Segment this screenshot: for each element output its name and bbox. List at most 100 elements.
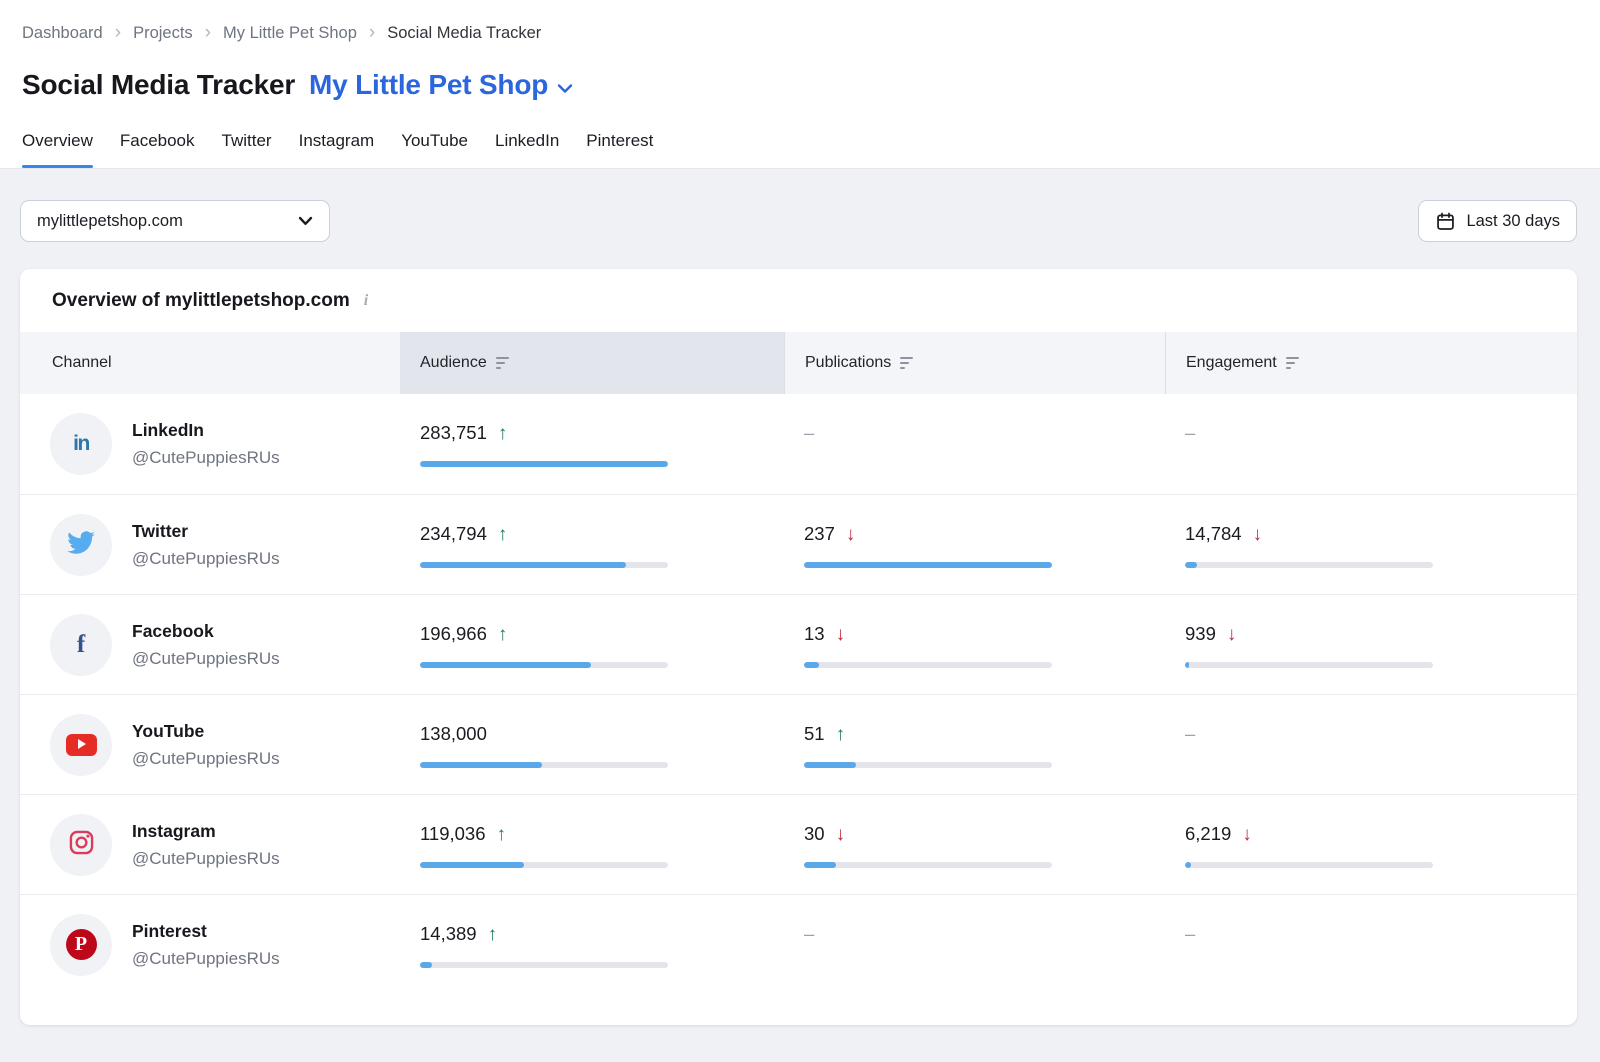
metric-value: 283,751 — [420, 422, 487, 444]
metric-bar — [420, 562, 668, 568]
metric-bar — [1185, 562, 1433, 568]
tab-twitter[interactable]: Twitter — [222, 131, 272, 168]
tab-instagram[interactable]: Instagram — [299, 131, 375, 168]
sort-icon — [496, 357, 509, 370]
metric-bar — [420, 762, 668, 768]
metric-value: 234,794 — [420, 523, 487, 545]
column-header-channel: Channel — [20, 332, 400, 394]
channel-name: Facebook — [132, 621, 280, 642]
table-header-row: Channel Audience Publications Engagement — [20, 332, 1577, 394]
metric-value: 13 — [804, 623, 825, 645]
metric-bar — [1185, 662, 1433, 668]
metric-value: – — [804, 422, 814, 444]
channel-cell: P Pinterest @CutePuppiesRUs — [20, 895, 400, 994]
domain-selector-value: mylittlepetshop.com — [37, 212, 183, 231]
publications-cell: 51↑ — [784, 695, 1165, 794]
metric-bar — [420, 461, 668, 467]
channel-name: Pinterest — [132, 921, 280, 942]
metric-value: 138,000 — [420, 723, 487, 745]
table-body: in LinkedIn @CutePuppiesRUs 283,751↑ – –… — [20, 394, 1577, 994]
audience-cell: 196,966↑ — [400, 595, 784, 694]
chevron-down-icon — [557, 83, 573, 94]
metric-bar — [804, 862, 1052, 868]
page-title-row: Social Media Tracker My Little Pet Shop — [0, 43, 1600, 101]
audience-cell: 234,794↑ — [400, 495, 784, 594]
audience-cell: 119,036↑ — [400, 795, 784, 894]
tab-facebook[interactable]: Facebook — [120, 131, 195, 168]
column-header-publications[interactable]: Publications — [784, 332, 1165, 394]
chevron-right-icon: › — [369, 23, 375, 42]
publications-cell: 237 ↓ — [784, 495, 1165, 594]
table-row: Instagram @CutePuppiesRUs 119,036↑ 30 ↓ 6… — [20, 794, 1577, 894]
audience-cell: 283,751↑ — [400, 394, 784, 494]
channel-cell: f Facebook @CutePuppiesRUs — [20, 595, 400, 694]
column-header-engagement[interactable]: Engagement — [1165, 332, 1577, 394]
domain-selector[interactable]: mylittlepetshop.com — [20, 200, 330, 242]
metric-value: 237 — [804, 523, 835, 545]
channel-handle: @CutePuppiesRUs — [132, 749, 280, 769]
overview-card: Overview of mylittlepetshop.com i Channe… — [20, 269, 1577, 1025]
metric-value: – — [1185, 422, 1195, 444]
channel-avatar — [50, 814, 112, 876]
channel-cell: in LinkedIn @CutePuppiesRUs — [20, 394, 400, 494]
chevron-down-icon — [298, 216, 313, 226]
breadcrumb-item[interactable]: My Little Pet Shop — [223, 24, 357, 43]
info-icon[interactable]: i — [364, 292, 368, 310]
table-row: YouTube @CutePuppiesRUs 138,000 51↑ – — [20, 694, 1577, 794]
trend-icon: ↓ — [1242, 825, 1252, 844]
channel-name: YouTube — [132, 721, 280, 742]
project-switcher[interactable]: My Little Pet Shop — [309, 69, 573, 101]
channel-cell: YouTube @CutePuppiesRUs — [20, 695, 400, 794]
calendar-icon — [1435, 211, 1456, 232]
instagram-icon — [68, 829, 95, 861]
trend-icon: ↓ — [846, 525, 856, 544]
linkedin-icon: in — [73, 432, 89, 456]
tab-bar: Overview Facebook Twitter Instagram YouTube L… — [0, 101, 1600, 168]
page-title: Social Media Tracker — [22, 69, 295, 101]
facebook-icon: f — [77, 631, 85, 659]
page-header: Dashboard›Projects›My Little Pet Shop›So… — [0, 0, 1600, 169]
pinterest-icon: P — [66, 929, 97, 960]
metric-bar — [804, 662, 1052, 668]
metric-value: 30 — [804, 823, 825, 845]
channel-cell: Twitter @CutePuppiesRUs — [20, 495, 400, 594]
audience-cell: 14,389↑ — [400, 895, 784, 994]
sort-icon — [900, 357, 913, 370]
trend-icon: ↓ — [1253, 525, 1263, 544]
twitter-icon — [67, 531, 95, 559]
tab-pinterest[interactable]: Pinterest — [586, 131, 653, 168]
trend-icon: ↓ — [836, 825, 846, 844]
table-row: Twitter @CutePuppiesRUs 234,794↑ 237↓ 14… — [20, 494, 1577, 594]
channel-avatar: P — [50, 914, 112, 976]
channel-name: LinkedIn — [132, 420, 280, 441]
channel-avatar: in — [50, 413, 112, 475]
date-range-button[interactable]: Last 30 days — [1418, 200, 1577, 242]
project-name: My Little Pet Shop — [309, 69, 548, 101]
publications-cell: 30 ↓ — [784, 795, 1165, 894]
channel-handle: @CutePuppiesRUs — [132, 649, 280, 669]
channel-avatar — [50, 514, 112, 576]
publications-cell: – — [784, 394, 1165, 494]
channel-name: Instagram — [132, 821, 280, 842]
channel-handle: @CutePuppiesRUs — [132, 448, 280, 468]
table-row: f Facebook @CutePuppiesRUs 196,966↑ 13↓ … — [20, 594, 1577, 694]
tab-youtube[interactable]: YouTube — [401, 131, 468, 168]
channel-handle: @CutePuppiesRUs — [132, 849, 280, 869]
card-header: Overview of mylittlepetshop.com i — [20, 269, 1577, 332]
tab-linkedin[interactable]: LinkedIn — [495, 131, 559, 168]
tab-overview[interactable]: Overview — [22, 131, 93, 168]
engagement-cell: 6,219↓ — [1165, 795, 1577, 894]
metric-value: – — [1185, 923, 1195, 945]
date-range-label: Last 30 days — [1466, 212, 1560, 231]
breadcrumb-item[interactable]: Dashboard — [22, 24, 103, 43]
metric-value: 939 — [1185, 623, 1216, 645]
metric-bar — [804, 762, 1052, 768]
engagement-cell: 939↓ — [1165, 595, 1577, 694]
controls-row: mylittlepetshop.com Last 30 days — [0, 169, 1600, 242]
breadcrumb-item[interactable]: Projects — [133, 24, 193, 43]
metric-bar — [420, 962, 668, 968]
channel-handle: @CutePuppiesRUs — [132, 949, 280, 969]
youtube-icon — [66, 734, 97, 756]
metric-value: 196,966 — [420, 623, 487, 645]
column-header-audience[interactable]: Audience — [400, 332, 784, 394]
